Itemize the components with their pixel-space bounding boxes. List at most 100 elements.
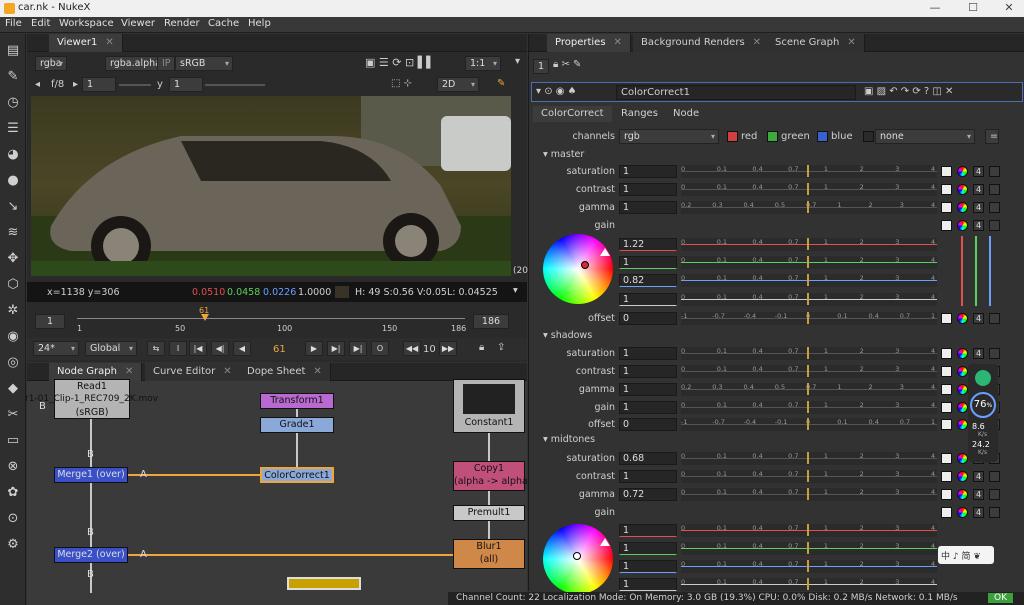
color-swatch-button[interactable] (941, 366, 952, 377)
close-tab-icon[interactable]: ✕ (753, 37, 761, 48)
close-tab-icon[interactable]: ✕ (847, 37, 855, 48)
gain-channel-field[interactable]: 1 (619, 542, 677, 555)
views-tools-icon[interactable]: ◎ (4, 354, 22, 372)
color-picker-icon[interactable] (957, 489, 968, 500)
color-swatch-button[interactable] (941, 202, 952, 213)
gain-red-slider[interactable] (961, 236, 963, 306)
close-tab-icon[interactable]: ✕ (614, 37, 622, 48)
copy1-node[interactable]: Copy1 (alpha -> alpha (453, 461, 528, 491)
tab-curve-editor[interactable]: Curve Editor ✕ (145, 363, 241, 381)
channels-dropdown[interactable]: rgba (35, 56, 67, 71)
value-slider[interactable]: 0 0.1 0.4 0.7 1 2 3 4 (681, 183, 937, 196)
keyer-tools-icon[interactable]: ↘ (4, 198, 22, 216)
global-dropdown[interactable]: Global (85, 341, 137, 356)
channel-split-button[interactable]: 4 (973, 471, 984, 482)
slider-knob[interactable] (807, 165, 809, 177)
zoom-dropdown[interactable]: 1:1 (465, 56, 501, 71)
info-menu-icon[interactable]: ▾ (513, 285, 518, 296)
color-picker-icon[interactable] (957, 471, 968, 482)
tab-properties[interactable]: Properties ✕ (547, 34, 631, 52)
color-picker-icon[interactable] (957, 220, 968, 231)
pen-icon[interactable]: ✎ (497, 78, 505, 89)
contrast-field[interactable]: 1 (619, 470, 677, 483)
step-back-icon[interactable]: ◀ (233, 341, 251, 356)
toolsets-icon[interactable]: ✂ (4, 406, 22, 424)
gain-field[interactable]: 1 (619, 401, 677, 414)
merge2-node[interactable]: Merge2 (over) (54, 547, 128, 563)
gain-channel-field[interactable]: 1 (619, 524, 677, 537)
in-point-icon[interactable]: I (169, 341, 187, 356)
slider-knob[interactable] (807, 401, 809, 413)
channel-split-button[interactable]: 4 (973, 348, 984, 359)
ime-toolbar[interactable]: 中 ♪ 简 ❦ (938, 546, 994, 564)
slider-knob[interactable] (807, 293, 809, 305)
color-swatch-button[interactable] (941, 220, 952, 231)
offset-field[interactable]: 0 (619, 418, 677, 431)
premult1-node[interactable]: Premult1 (453, 505, 525, 521)
value-slider[interactable]: 0 0.1 0.4 0.7 1 2 3 4 (681, 488, 937, 501)
slider-knob[interactable] (807, 488, 809, 500)
menu-viewer[interactable]: Viewer (121, 18, 155, 29)
color-swatch-button[interactable] (941, 184, 952, 195)
play-forward-icon[interactable]: ▶ (305, 341, 323, 356)
gain-channel-field[interactable]: 1 (619, 560, 677, 573)
node-header-actions[interactable]: ▣ ▨ ↶ ↷ ⟳ ? ◫ ✕ (864, 86, 953, 97)
link-button[interactable]: = (985, 129, 999, 144)
transform1-node[interactable]: Transform1 (260, 393, 334, 409)
menu-workspace[interactable]: Workspace (59, 18, 114, 29)
shadows-section-toggle[interactable]: ▾ shadows (543, 330, 592, 341)
color-picker-icon[interactable] (957, 348, 968, 359)
color-picker-icon[interactable] (957, 384, 968, 395)
value-slider[interactable]: -1-0.7-0.4-0.100.10.40.71 (681, 418, 937, 431)
slider-knob[interactable] (807, 347, 809, 359)
animation-curve-icon[interactable] (989, 220, 1000, 231)
merge-tools-icon[interactable]: ≋ (4, 224, 22, 242)
node-name-field[interactable]: ColorCorrect1 (616, 85, 856, 100)
value-slider[interactable]: 0 0.1 0.4 0.7 1 2 3 4 (681, 274, 937, 287)
gamma-input[interactable]: 1 (169, 77, 203, 92)
draw-tools-icon[interactable]: ✎ (4, 68, 22, 86)
channels-select[interactable]: rgb (619, 129, 719, 144)
colorcorrect1-node[interactable]: ColorCorrect1 (260, 467, 334, 483)
playhead-icon[interactable] (201, 314, 209, 321)
filter-tools-icon[interactable]: ● (4, 172, 22, 190)
channel-split-button[interactable]: 4 (973, 489, 984, 500)
gizmo-tools-icon[interactable]: ✿ (4, 484, 22, 502)
color-swatch-button[interactable] (941, 402, 952, 413)
channel-split-button[interactable]: 4 (973, 507, 984, 518)
saturation-field[interactable]: 1 (619, 347, 677, 360)
contrast-field[interactable]: 1 (619, 183, 677, 196)
tab-scene-graph[interactable]: Scene Graph ✕ (767, 34, 865, 52)
color-swatch-button[interactable] (941, 348, 952, 359)
slider-knob[interactable] (807, 542, 809, 554)
master-color-wheel[interactable] (543, 234, 613, 304)
fstop-decrease-icon[interactable]: ◂ (35, 79, 40, 90)
gamma-field[interactable]: 1 (619, 201, 677, 214)
slider-knob[interactable] (807, 256, 809, 268)
extra-channel-select[interactable]: none (875, 129, 975, 144)
gamma-field[interactable]: 0.72 (619, 488, 677, 501)
animation-curve-icon[interactable] (989, 313, 1000, 324)
animation-curve-icon[interactable] (989, 348, 1000, 359)
viewer-menu-icon[interactable]: ▾ (515, 56, 520, 67)
color-picker-icon[interactable] (957, 402, 968, 413)
value-slider[interactable]: 0 0.1 0.4 0.7 1 2 3 4 (681, 238, 937, 251)
gain-blue-slider[interactable] (989, 236, 991, 306)
contrast-field[interactable]: 1 (619, 365, 677, 378)
color-picker-icon[interactable] (957, 366, 968, 377)
color-picker-icon[interactable] (957, 507, 968, 518)
image-tools-icon[interactable]: ▤ (4, 42, 22, 60)
slider-knob[interactable] (807, 524, 809, 536)
lock-icon[interactable]: 🔒︎ (479, 342, 484, 353)
master-wheel-handle[interactable] (581, 261, 589, 269)
close-tab-icon[interactable]: ✕ (125, 366, 133, 377)
slider-knob[interactable] (807, 383, 809, 395)
other-tools-icon[interactable]: ▭ (4, 432, 22, 450)
slider-knob[interactable] (807, 470, 809, 482)
channel-split-button[interactable]: 4 (973, 220, 984, 231)
prev-keyframe-icon[interactable]: ◀| (211, 341, 229, 356)
value-slider[interactable]: 0 0.1 0.4 0.7 1 2 3 4 (681, 365, 937, 378)
slider-knob[interactable] (807, 274, 809, 286)
roi-icon[interactable]: ⬚ ⊹ (391, 78, 412, 89)
metadata-tools-icon[interactable]: ◆ (4, 380, 22, 398)
